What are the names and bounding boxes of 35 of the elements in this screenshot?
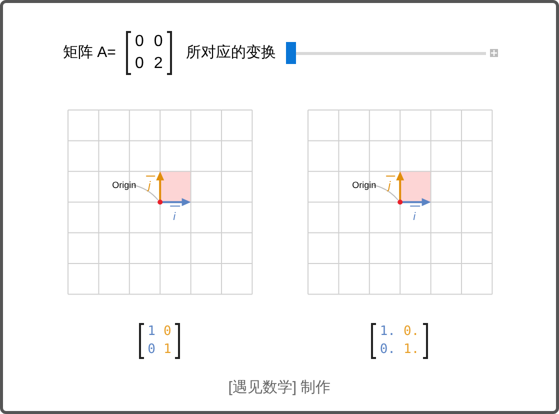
left-bracket [126,31,131,75]
j-vector-label: j [145,176,156,192]
matrix-entry: 2 [154,54,163,74]
footer-credit: [遇见数学] 制作 [228,378,331,398]
slider[interactable] [286,42,486,64]
matrix-entry: 0. [380,341,396,359]
i-vector-arrow [400,198,430,206]
slider-thumb[interactable] [286,42,296,64]
matrix-entry: 1. [380,323,396,341]
origin-dot [157,200,162,205]
matrix-entry: 0 [148,341,156,359]
matrix-entry: 0 [154,32,163,52]
j-vector-arrow [156,171,164,202]
matrix-label: 矩阵 A= [63,42,116,63]
i-vector-arrow [160,198,190,206]
origin-label: Origin [352,180,376,190]
matrix-entry: 1 [164,341,172,359]
right-bracket [423,323,428,359]
left-bracket [138,323,144,359]
left-bracket [370,323,376,359]
matrix-entry: 1 [148,323,156,341]
right-bracket [175,323,180,359]
matrix-entry: 0 [164,323,172,341]
origin-label: Origin [112,180,136,190]
j-vector-label: j [385,176,396,192]
j-vector-arrow [396,171,404,202]
matrix-entry: 1. [404,341,420,359]
matrix-entry: 0 [134,32,144,52]
matrix-entry: 0. [404,323,420,341]
origin-dot [397,200,402,205]
transform-caption: 所对应的变换 [186,42,276,63]
i-vector-label: i [169,206,180,224]
matrix-entry: 0 [134,54,144,74]
i-vector-label: i [409,206,420,224]
right-bracket [166,31,172,75]
